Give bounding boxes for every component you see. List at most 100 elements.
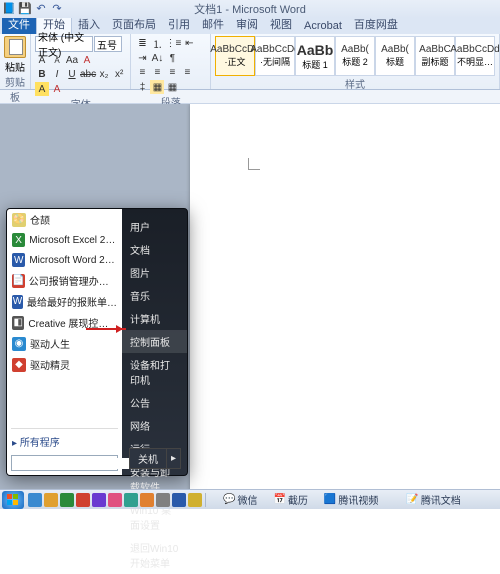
underline-button[interactable]: U bbox=[65, 67, 79, 81]
ribbon-group-clipboard: 粘贴 剪贴板 bbox=[0, 34, 31, 89]
tab-acrobat[interactable]: Acrobat bbox=[298, 18, 348, 34]
shading-icon[interactable]: ▦ bbox=[150, 80, 164, 94]
font-size-selector[interactable]: 五号 bbox=[94, 36, 122, 52]
app-label: Microsoft Word 2010 bbox=[29, 255, 117, 266]
borders-icon[interactable]: ▦ bbox=[165, 80, 179, 94]
taskbar-pinned-icon[interactable] bbox=[108, 493, 122, 507]
style-item-3[interactable]: AaBb(标题 2 bbox=[335, 36, 375, 76]
style-item-5[interactable]: AaBbC副标题 bbox=[415, 36, 455, 76]
bullet-list-icon[interactable]: ≣ bbox=[135, 36, 149, 50]
start-app-item[interactable]: W最给最好的报账单填写管理办法.docx bbox=[7, 291, 122, 312]
taskbar-pinned-icon[interactable] bbox=[76, 493, 90, 507]
taskbar-item-icon: 💬 bbox=[223, 494, 235, 505]
start-right-item[interactable]: 公告 bbox=[122, 391, 187, 414]
taskbar-pinned-icon[interactable] bbox=[156, 493, 170, 507]
start-app-item[interactable]: 📀 仓颉 bbox=[7, 209, 122, 230]
superscript-button[interactable]: x² bbox=[112, 67, 126, 81]
indent-dec-icon[interactable]: ⇤ bbox=[182, 36, 196, 50]
taskbar-pinned-icon[interactable] bbox=[44, 493, 58, 507]
all-programs-link[interactable]: ▸ 所有程序 bbox=[7, 431, 122, 452]
indent-inc-icon[interactable]: ⇥ bbox=[135, 51, 149, 65]
taskbar-pinned-icon[interactable] bbox=[188, 493, 202, 507]
grow-font-icon[interactable]: A bbox=[35, 53, 49, 67]
taskbar-item-label: 腾讯视频 bbox=[338, 492, 378, 507]
shrink-font-icon[interactable]: A bbox=[50, 53, 64, 67]
line-spacing-icon[interactable]: ‡ bbox=[135, 80, 149, 94]
document-page[interactable] bbox=[190, 104, 500, 489]
style-item-4[interactable]: AaBb(标题 bbox=[375, 36, 415, 76]
highlight-button[interactable]: A bbox=[35, 82, 49, 96]
taskbar-pinned-icon[interactable] bbox=[124, 493, 138, 507]
font-color-button[interactable]: A bbox=[50, 82, 64, 96]
pilcrow-icon[interactable]: ¶ bbox=[165, 51, 179, 65]
taskbar-pinned-icon[interactable] bbox=[92, 493, 106, 507]
align-left-icon[interactable]: ≡ bbox=[135, 65, 149, 79]
multi-list-icon[interactable]: ⋮≡ bbox=[165, 36, 181, 50]
app-label: 仓颉 bbox=[30, 212, 50, 227]
strike-button[interactable]: abc bbox=[80, 67, 96, 81]
sort-icon[interactable]: A↓ bbox=[150, 51, 164, 65]
app-icon: 📀 bbox=[12, 213, 26, 227]
taskbar-item-icon: 🟦 bbox=[324, 494, 336, 505]
separator bbox=[205, 493, 206, 507]
paste-label[interactable]: 粘贴 bbox=[5, 59, 25, 74]
start-right-item[interactable]: 计算机 bbox=[122, 307, 187, 330]
change-case-icon[interactable]: Aa bbox=[65, 53, 79, 67]
divider bbox=[11, 428, 118, 429]
align-center-icon[interactable]: ≡ bbox=[150, 65, 164, 79]
style-item-1[interactable]: AaBbCcDd·无间隔 bbox=[255, 36, 295, 76]
start-right-item[interactable]: 图片 bbox=[122, 261, 187, 284]
taskbar-item[interactable]: 💬微信 bbox=[219, 491, 261, 508]
bold-button[interactable]: B bbox=[35, 67, 49, 81]
start-app-item[interactable]: 📄公司报销管理办法.pdf bbox=[7, 270, 122, 291]
taskbar-pinned-icon[interactable] bbox=[172, 493, 186, 507]
taskbar-pinned-icon[interactable] bbox=[60, 493, 74, 507]
word-icon: 📘 bbox=[2, 1, 16, 15]
italic-button[interactable]: I bbox=[50, 67, 64, 81]
styles-group-label: 样式 bbox=[215, 76, 495, 92]
undo-icon[interactable]: ↶ bbox=[34, 1, 48, 15]
start-button[interactable] bbox=[2, 491, 24, 509]
start-search-box[interactable]: 🔍 bbox=[11, 455, 118, 471]
start-app-item[interactable]: XMicrosoft Excel 2010 bbox=[7, 230, 122, 250]
start-app-item[interactable]: ◆驱动精灵 bbox=[7, 354, 122, 375]
start-menu-right: 用户文档图片音乐计算机控制面板设备和打印机公告网络运行安装与卸载软件Win10 … bbox=[122, 209, 187, 475]
taskbar-pinned-icon[interactable] bbox=[28, 493, 42, 507]
style-item-2[interactable]: AaBb标题 1 bbox=[295, 36, 335, 76]
align-right-icon[interactable]: ≡ bbox=[165, 65, 179, 79]
style-name: 标题 bbox=[386, 55, 404, 68]
taskbar-pinned-icon[interactable] bbox=[140, 493, 154, 507]
save-icon[interactable]: 💾 bbox=[18, 1, 32, 15]
taskbar-item[interactable]: 📝腾讯文档 bbox=[402, 491, 464, 508]
paste-icon[interactable] bbox=[4, 36, 26, 58]
start-app-item[interactable]: WMicrosoft Word 2010 bbox=[7, 250, 122, 270]
number-list-icon[interactable]: ⒈ bbox=[150, 36, 164, 50]
start-right-item[interactable]: 音乐 bbox=[122, 284, 187, 307]
start-right-item[interactable]: 控制面板 bbox=[122, 330, 187, 353]
start-right-item[interactable]: 文档 bbox=[122, 238, 187, 261]
style-item-6[interactable]: AaBbCcDd不明显… bbox=[455, 36, 495, 76]
style-item-0[interactable]: AaBbCcDd·正文 bbox=[215, 36, 255, 76]
shutdown-options-icon[interactable]: ▸ bbox=[167, 448, 181, 469]
taskbar-item[interactable]: 📅截历 bbox=[269, 491, 311, 508]
shutdown-button[interactable]: 关机 bbox=[129, 448, 167, 469]
taskbar: 💬微信 📅截历 🟦腾讯视频 📝腾讯文档 bbox=[0, 489, 500, 509]
align-justify-icon[interactable]: ≡ bbox=[180, 65, 194, 79]
clipboard-label: 剪贴板 bbox=[4, 74, 26, 105]
start-right-item[interactable]: 用户 bbox=[122, 215, 187, 238]
start-app-item[interactable]: ◉驱动人生 bbox=[7, 333, 122, 354]
font-name-selector[interactable]: 宋体 (中文正文) bbox=[35, 36, 93, 52]
start-menu-left: 📀 仓颉 XMicrosoft Excel 2010WMicrosoft Word … bbox=[7, 209, 122, 475]
start-right-item[interactable]: 设备和打印机 bbox=[122, 353, 187, 391]
app-icon: ◆ bbox=[12, 358, 26, 372]
taskbar-item[interactable]: 🟦腾讯视频 bbox=[320, 491, 382, 508]
subscript-button[interactable]: x₂ bbox=[97, 67, 111, 81]
taskbar-item-icon: 📅 bbox=[273, 494, 285, 505]
redo-icon[interactable]: ↷ bbox=[50, 1, 64, 15]
style-name: 副标题 bbox=[421, 55, 448, 68]
start-right-item[interactable]: 退回Win10开始菜单 bbox=[122, 536, 187, 574]
start-right-item[interactable]: 网络 bbox=[122, 414, 187, 437]
clear-format-icon[interactable]: A bbox=[80, 53, 94, 67]
app-label: 公司报销管理办法.pdf bbox=[29, 273, 117, 288]
app-label: 最给最好的报账单填写管理办法.docx bbox=[27, 294, 117, 309]
